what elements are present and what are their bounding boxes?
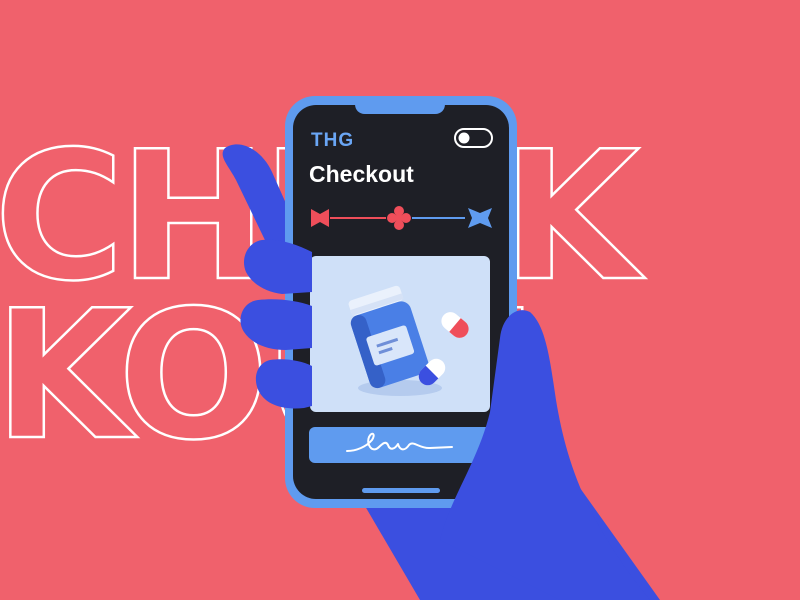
illustration: CHECK KOUT THG Checkout xyxy=(0,96,660,600)
phone-notch xyxy=(355,103,445,114)
brand-logo: THG xyxy=(311,130,354,151)
screen-title: Checkout xyxy=(309,161,414,187)
toggle-knob xyxy=(458,132,470,144)
signature-button[interactable] xyxy=(309,427,492,463)
home-indicator xyxy=(362,488,440,493)
